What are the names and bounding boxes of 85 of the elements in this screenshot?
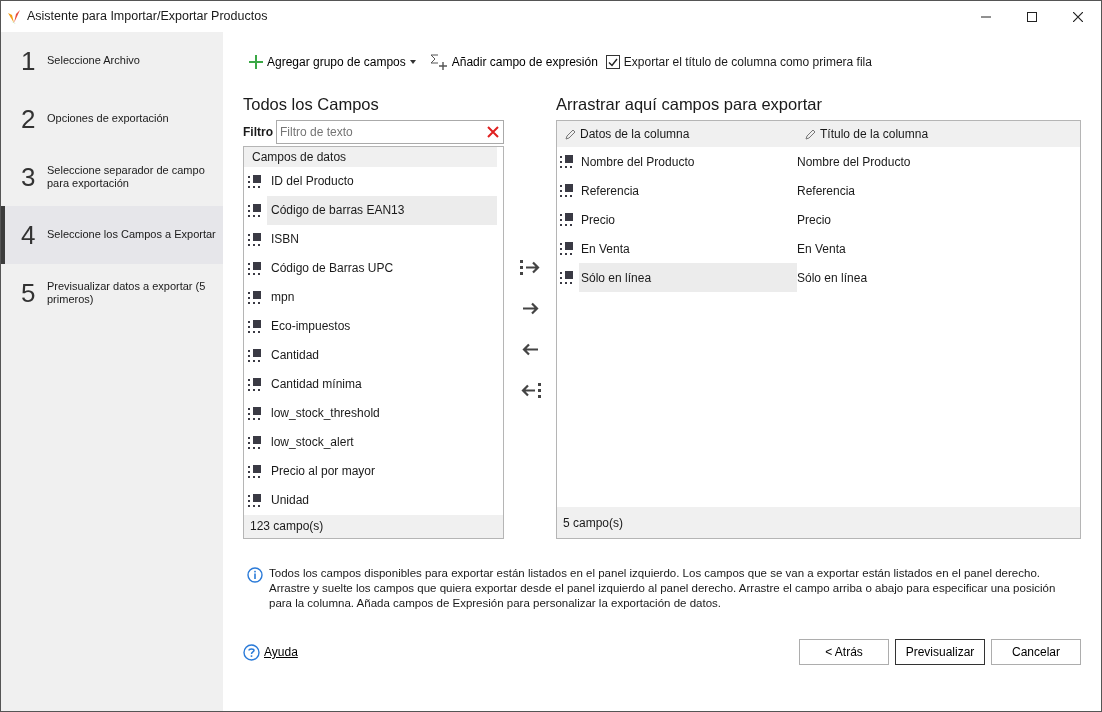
filter-label: Filtro: [243, 124, 273, 141]
drag-handle-icon: [248, 319, 261, 333]
close-icon: [487, 126, 499, 138]
step-label[interactable]: Seleccione separador de campo para exportación: [47, 163, 221, 191]
field-item[interactable]: Cantidad: [267, 340, 497, 370]
wizard-step[interactable]: 1 Seleccione Archivo: [1, 32, 223, 90]
field-count: 5 campo(s): [557, 507, 1080, 538]
field-item[interactable]: mpn: [267, 282, 497, 312]
drag-handle-icon: [248, 435, 261, 449]
wizard-step[interactable]: 5 Previsualizar datos a exportar (5 primeros): [1, 264, 223, 322]
sigma-plus-icon: [429, 54, 448, 70]
step-label[interactable]: Seleccione Archivo: [47, 54, 140, 68]
step-number: 2: [21, 102, 37, 136]
field-item[interactable]: Eco-impuestos: [267, 311, 497, 341]
step-label[interactable]: Seleccione los Campos a Exportar: [47, 228, 216, 242]
field-item[interactable]: Unidad: [267, 485, 497, 515]
field-item[interactable]: ISBN: [267, 224, 497, 254]
clear-filter-button[interactable]: [487, 126, 499, 138]
drag-handle-icon: [560, 271, 573, 284]
drag-handle-icon: [560, 184, 573, 197]
wizard-step[interactable]: 3 Seleccione separador de campo para exportación: [1, 148, 223, 206]
column-header: Datos de la columna: [580, 126, 690, 143]
export-field-item[interactable]: En Venta: [579, 234, 797, 263]
add-field-group-button[interactable]: Agregar grupo de campos: [247, 51, 418, 73]
window-title: Asistente para Importar/Exportar Productos: [27, 8, 268, 26]
field-item[interactable]: Precio al por mayor: [267, 456, 497, 486]
add-expression-button[interactable]: Añadir campo de expresión: [427, 51, 600, 73]
pencil-icon: [805, 128, 816, 140]
wizard-step[interactable]: 4 Seleccione los Campos a Exportar: [1, 206, 223, 264]
close-icon: [1073, 11, 1083, 22]
step-number: 1: [21, 44, 37, 78]
drag-handle-icon: [248, 203, 261, 217]
step-number: 5: [21, 276, 37, 310]
dialog-button[interactable]: Previsualizar: [895, 639, 985, 665]
group-header: Campos de datos: [244, 147, 497, 167]
help-icon: [243, 643, 260, 661]
column-title-cell-text: Nombre del Producto: [797, 153, 911, 171]
filter-field[interactable]: Filtro de texto: [276, 120, 504, 144]
field-item[interactable]: Código de Barras UPC: [267, 253, 497, 283]
drag-handle-icon: [248, 377, 261, 391]
column-title-cell-text: Sólo en línea: [797, 269, 868, 287]
drag-handle-icon: [248, 493, 261, 507]
column-title-cell-text: Referencia: [797, 182, 856, 200]
field-item[interactable]: Código de barras EAN13: [267, 195, 497, 225]
panel-title: Todos los Campos: [243, 94, 380, 115]
caret-icon: [409, 60, 416, 64]
drag-handle-icon: [248, 174, 261, 188]
pencil-icon: [565, 128, 576, 140]
export-header-checkbox[interactable]: [605, 55, 620, 69]
info-icon: [247, 567, 263, 583]
step-number: 4: [21, 218, 37, 252]
drag-handle-icon: [560, 242, 573, 255]
field-item[interactable]: ID del Producto: [267, 166, 497, 196]
export-field-item[interactable]: Referencia: [579, 176, 797, 205]
drag-handle-icon: [248, 348, 261, 362]
export-field-item[interactable]: Nombre del Producto: [579, 147, 797, 176]
info-text: Todos los campos disponibles para exportar están listados en el panel izquierdo. Los campos que se van a exportar están listados en el panel derecho. Arrastre y suelte los campos que quiera exportar desde el panel izquierdo al panel derecho. Arrastre el campo arriba o abajo para especificar una posición para la columna. Añada campos de Expresión para personalizar la exportación de datos.: [269, 566, 1057, 611]
dialog-button[interactable]: < Atrás: [799, 639, 889, 665]
drag-handle-icon: [248, 464, 261, 478]
export-field-item[interactable]: Precio: [579, 205, 797, 234]
drag-handle-icon: [560, 155, 573, 168]
checkmark-icon: [607, 57, 618, 67]
step-label[interactable]: Previsualizar datos a exportar (5 primeros): [47, 279, 221, 307]
field-count: 123 campo(s): [244, 514, 503, 538]
dialog-button[interactable]: Cancelar: [991, 639, 1081, 665]
column-title-cell-text: En Venta: [797, 240, 846, 258]
column-title-cell-text: Precio: [797, 211, 831, 229]
step-number: 3: [21, 160, 37, 194]
wizard-step[interactable]: 2 Opciones de exportación: [1, 90, 223, 148]
drag-handle-icon: [248, 406, 261, 420]
field-item[interactable]: low_stock_alert: [267, 427, 497, 457]
field-item[interactable]: Cantidad mínima: [267, 369, 497, 399]
step-label[interactable]: Opciones de exportación: [47, 112, 169, 126]
maximize-icon: [1027, 11, 1037, 22]
help-link[interactable]: Ayuda: [243, 643, 298, 661]
column-header: Título de la columna: [820, 126, 929, 143]
field-item[interactable]: low_stock_threshold: [267, 398, 497, 428]
plus-icon: [249, 55, 263, 69]
drag-handle-icon: [248, 290, 261, 304]
export-header-label: Exportar el título de columna como primera fila: [623, 54, 872, 71]
drag-handle-icon: [560, 213, 573, 226]
drag-handle-icon: [248, 232, 261, 246]
drag-handle-icon: [248, 261, 261, 275]
export-field-item[interactable]: Sólo en línea: [579, 263, 797, 292]
panel-title: Arrastrar aquí campos para exportar: [556, 94, 823, 115]
